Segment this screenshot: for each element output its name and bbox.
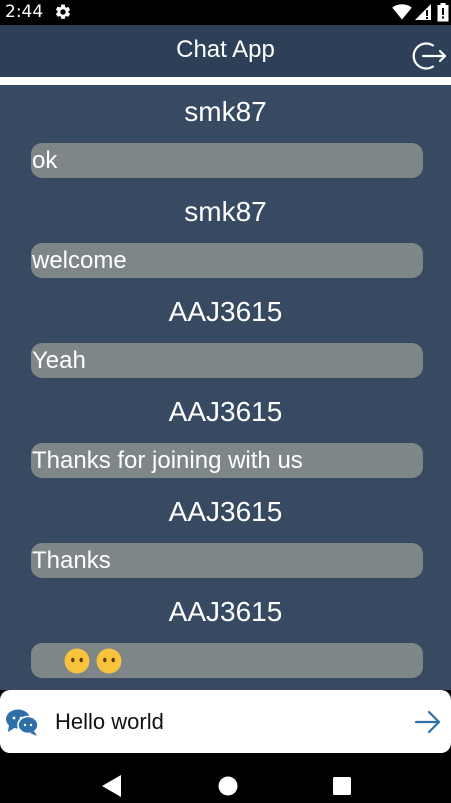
wifi-icon — [392, 4, 412, 20]
recents-icon[interactable] — [332, 776, 352, 796]
status-time: 2:44 — [5, 2, 44, 22]
message-bubble: Yeah — [31, 343, 423, 378]
emoji-row — [64, 648, 128, 674]
message-input[interactable] — [55, 702, 395, 742]
message-sender: smk87 — [184, 96, 267, 127]
message-sender: AAJ3615 — [168, 596, 283, 627]
message-bubble-emoji — [31, 643, 423, 678]
message-bubble: Thanks — [31, 543, 423, 578]
system-nav-bar — [0, 753, 451, 803]
gear-icon — [55, 4, 71, 19]
app-title: Chat App — [176, 36, 275, 63]
message-item: AAJ3615 Thanks for joining with us — [0, 396, 451, 496]
message-item: AAJ3615 Thanks — [0, 496, 451, 596]
message-bubble: Thanks for joining with us — [31, 443, 423, 478]
message-sender: AAJ3615 — [168, 396, 283, 427]
message-sender: AAJ3615 — [168, 496, 283, 527]
back-icon[interactable] — [101, 774, 123, 798]
chat-bubbles-icon — [6, 709, 39, 736]
send-arrow-icon[interactable] — [414, 710, 442, 734]
message-item: AAJ3615 — [0, 596, 451, 690]
app-bar: Chat App — [0, 25, 451, 77]
message-item: AAJ3615 Yeah — [0, 296, 451, 396]
message-list: smk87 ok smk87 welcome AAJ3615 Yeah AAJ3… — [0, 96, 451, 690]
message-sender: smk87 — [184, 196, 267, 227]
battery-icon — [437, 3, 449, 22]
message-item: smk87 ok — [0, 96, 451, 196]
signal-icon — [415, 4, 431, 20]
message-composer — [0, 690, 451, 753]
message-bubble: welcome — [31, 243, 423, 278]
message-item: smk87 welcome — [0, 196, 451, 296]
message-sender: AAJ3615 — [168, 296, 283, 327]
status-bar: 2:44 — [0, 0, 451, 25]
logout-icon[interactable] — [411, 39, 447, 73]
no-mouth-face-emoji — [96, 648, 122, 674]
chat-message-area[interactable]: smk87 ok smk87 welcome AAJ3615 Yeah AAJ3… — [0, 85, 451, 690]
no-mouth-face-emoji — [64, 648, 90, 674]
message-bubble: ok — [31, 143, 423, 178]
home-icon[interactable] — [217, 775, 239, 797]
app-bar-divider — [0, 77, 451, 85]
